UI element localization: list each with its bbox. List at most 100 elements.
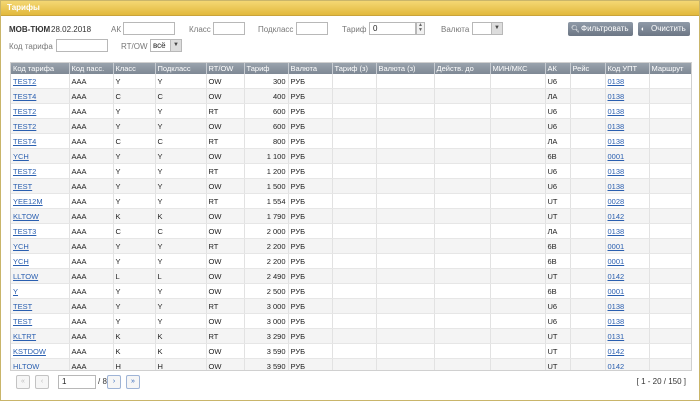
upt-code-link[interactable]: 0138 [608,137,625,146]
upt-code-link[interactable]: 0138 [608,317,625,326]
upt-code-link[interactable]: 0138 [608,227,625,236]
tariff-code-link[interactable]: TEST [13,317,32,326]
column-header[interactable]: Тариф [244,63,289,74]
table-row[interactable]: YEE12M AAA Y Y RT 1 554 РУБ UT 0028 [11,193,691,209]
filter-button[interactable]: 🔍︎Фильтровать [568,22,633,36]
currency-select[interactable]: ▼ [472,22,503,35]
table-row[interactable]: TEST AAA Y Y RT 3 000 РУБ U6 0138 [11,298,691,314]
tariff-code-link[interactable]: TEST2 [13,167,36,176]
tariff-code-link[interactable]: TEST2 [13,77,36,86]
column-header[interactable]: Подкласс [155,63,207,74]
upt-code-link[interactable]: 0138 [608,122,625,131]
table-cell [376,163,435,179]
upt-code-link[interactable]: 0138 [608,92,625,101]
table-cell [490,74,546,89]
upt-code-link[interactable]: 0142 [608,272,625,281]
ak-input[interactable] [123,22,175,35]
table-row[interactable]: KSTDOW AAA K K OW 3 590 РУБ UT 0142 [11,343,691,359]
tariff-code-link[interactable]: YCH [13,242,29,251]
next-page-icon[interactable]: › [107,375,121,389]
table-row[interactable]: TEST AAA Y Y OW 1 500 РУБ U6 0138 [11,178,691,194]
table-row[interactable]: KLTOW AAA K K OW 1 790 РУБ UT 0142 [11,208,691,224]
tariff-code-link[interactable]: KSTDOW [13,347,46,356]
tariff-code-link[interactable]: KLTOW [13,212,39,221]
class-input[interactable] [213,22,245,35]
column-header[interactable]: Код УПТ [605,63,650,74]
table-cell [332,178,377,194]
upt-code-link[interactable]: 0142 [608,212,625,221]
column-header[interactable]: Тариф (з) [332,63,377,74]
table-row[interactable]: TEST2 AAA Y Y OW 600 РУБ U6 0138 [11,118,691,134]
column-header[interactable]: Код тарифа [11,63,70,74]
page-total: / 8 [98,377,107,386]
column-header[interactable]: Валюта (з) [376,63,435,74]
upt-code-link[interactable]: 0142 [608,347,625,356]
column-header[interactable]: АК [545,63,571,74]
table-row[interactable]: TEST2 AAA Y Y RT 1 200 РУБ U6 0138 [11,163,691,179]
clear-button[interactable]: ◐ Очистить [638,22,690,36]
table-cell: OW [206,268,245,284]
upt-code-link[interactable]: 0001 [608,242,625,251]
table-row[interactable]: TEST4 AAA C C RT 800 РУБ ЛА 0138 [11,133,691,149]
table-row[interactable]: LLTOW AAA L L OW 2 490 РУБ UT 0142 [11,268,691,284]
upt-code-link[interactable]: 0142 [608,362,625,371]
last-page-icon[interactable]: » [126,375,140,389]
tariff-code-link[interactable]: TEST4 [13,137,36,146]
table-row[interactable]: TEST2 AAA Y Y RT 600 РУБ U6 0138 [11,103,691,119]
table-cell: OW [206,223,245,239]
upt-code-link[interactable]: 0138 [608,302,625,311]
table-row[interactable]: YCH AAA Y Y OW 2 200 РУБ 6В 0001 [11,253,691,269]
table-cell [434,88,491,104]
tariff-code-link[interactable]: KLTRT [13,332,36,341]
upt-code-link[interactable]: 0138 [608,107,625,116]
tariff-code-link[interactable]: Y [13,287,18,296]
page-input[interactable]: 1 [58,375,96,389]
subclass-input[interactable] [296,22,328,35]
tariff-code-link[interactable]: LLTOW [13,272,38,281]
upt-code-link[interactable]: 0138 [608,77,625,86]
column-header[interactable]: МИН/МКС [490,63,546,74]
column-header[interactable]: Класс [113,63,156,74]
upt-code-link[interactable]: 0028 [608,197,625,206]
tariff-code-link[interactable]: YEE12M [13,197,43,206]
tariff-code-link[interactable]: TEST4 [13,92,36,101]
tariff-code-link[interactable]: TEST [13,302,32,311]
upt-code-link[interactable]: 0131 [608,332,625,341]
tariff-code-link[interactable]: TEST [13,182,32,191]
column-header[interactable]: Рейс [570,63,606,74]
tariff-code-link[interactable]: YCH [13,152,29,161]
table-row[interactable]: TEST AAA Y Y OW 3 000 РУБ U6 0138 [11,313,691,329]
table-row[interactable]: HLTOW AAA H H OW 3 590 РУБ UT 0142 [11,358,691,371]
tariff-spinner[interactable]: ▲ ▼ [416,22,425,35]
column-header[interactable]: Действ. до [434,63,491,74]
table-row[interactable]: TEST2 AAA Y Y OW 300 РУБ U6 0138 [11,74,691,89]
tariff-code-link[interactable]: TEST2 [13,107,36,116]
upt-code-link[interactable]: 0001 [608,152,625,161]
tariff-code-link[interactable]: TEST2 [13,122,36,131]
table-row[interactable]: TEST3 AAA C C OW 2 000 РУБ ЛА 0138 [11,223,691,239]
upt-code-link[interactable]: 0138 [608,167,625,176]
upt-code-link[interactable]: 0001 [608,257,625,266]
first-page-icon[interactable]: « [16,375,30,389]
table-row[interactable]: KLTRT AAA K K RT 3 290 РУБ UT 0131 [11,328,691,344]
tariff-code-link[interactable]: TEST3 [13,227,36,236]
table-row[interactable]: TEST4 AAA C C OW 400 РУБ ЛА 0138 [11,88,691,104]
column-header[interactable]: Валюта [288,63,333,74]
upt-code-link[interactable]: 0001 [608,287,625,296]
column-header[interactable]: Маршрут [649,63,691,74]
tariff-input[interactable]: 0 [369,22,416,35]
column-header[interactable]: RT/OW [206,63,245,74]
tariff-code-link[interactable]: YCH [13,257,29,266]
column-header[interactable]: Код пасс. [69,63,114,74]
table-cell [570,148,606,164]
tariffs-panel: Тарифы МОВ-ТЮМ 28.02.2018 АК Класс Подкл… [0,0,700,401]
code-input[interactable] [56,39,108,52]
upt-code-link[interactable]: 0138 [608,182,625,191]
prev-page-icon[interactable]: ‹ [35,375,49,389]
table-row[interactable]: Y AAA Y Y OW 2 500 РУБ 6В 0001 [11,283,691,299]
table-row[interactable]: YCH AAA Y Y OW 1 100 РУБ 6В 0001 [11,148,691,164]
rtow-select[interactable]: всё ▼ [150,39,182,52]
spin-down-icon[interactable]: ▼ [417,28,424,33]
tariff-code-link[interactable]: HLTOW [13,362,39,371]
table-row[interactable]: YCH AAA Y Y RT 2 200 РУБ 6В 0001 [11,238,691,254]
